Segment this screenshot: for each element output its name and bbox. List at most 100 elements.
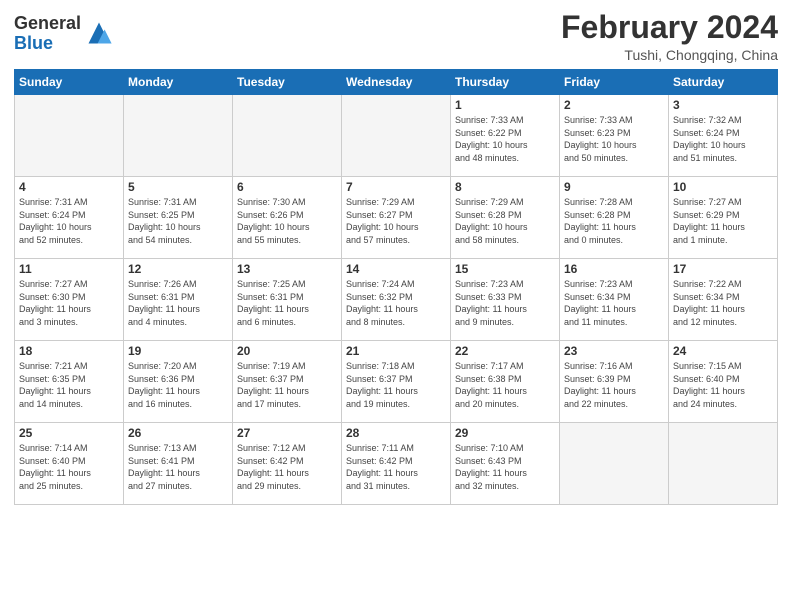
- day-info: Sunrise: 7:18 AMSunset: 6:37 PMDaylight:…: [346, 360, 446, 410]
- day-info: Sunrise: 7:16 AMSunset: 6:39 PMDaylight:…: [564, 360, 664, 410]
- day-info: Sunrise: 7:31 AMSunset: 6:25 PMDaylight:…: [128, 196, 228, 246]
- day-info: Sunrise: 7:14 AMSunset: 6:40 PMDaylight:…: [19, 442, 119, 492]
- day-info: Sunrise: 7:12 AMSunset: 6:42 PMDaylight:…: [237, 442, 337, 492]
- calendar-cell: 17Sunrise: 7:22 AMSunset: 6:34 PMDayligh…: [669, 259, 778, 341]
- calendar-cell: 29 Sunrise: 7:10 AMSunset: 6:43 PMDayligh…: [451, 423, 560, 505]
- day-info: Sunrise: 7:24 AMSunset: 6:32 PMDaylight:…: [346, 278, 446, 328]
- day-number: 16: [564, 262, 664, 276]
- day-info: Sunrise: 7:19 AMSunset: 6:37 PMDaylight:…: [237, 360, 337, 410]
- calendar-cell: [124, 95, 233, 177]
- day-number: 13: [237, 262, 337, 276]
- calendar-cell: [15, 95, 124, 177]
- day-number: 23: [564, 344, 664, 358]
- calendar-cell: 8 Sunrise: 7:29 AMSunset: 6:28 PMDaylight…: [451, 177, 560, 259]
- day-number: 24: [673, 344, 773, 358]
- calendar-cell: 9 Sunrise: 7:28 AMSunset: 6:28 PMDaylight…: [560, 177, 669, 259]
- day-info: Sunrise: 7:27 AMSunset: 6:29 PMDaylight:…: [673, 196, 773, 246]
- day-number: 15: [455, 262, 555, 276]
- calendar: Sunday Monday Tuesday Wednesday Thursday…: [14, 69, 778, 505]
- day-number: 8: [455, 180, 555, 194]
- calendar-cell: 14 Sunrise: 7:24 AMSunset: 6:32 PMDayligh…: [342, 259, 451, 341]
- logo-blue: Blue: [14, 34, 81, 54]
- day-info: Sunrise: 7:17 AMSunset: 6:38 PMDaylight:…: [455, 360, 555, 410]
- calendar-cell: 15 Sunrise: 7:23 AMSunset: 6:33 PMDayligh…: [451, 259, 560, 341]
- day-info: Sunrise: 7:29 AMSunset: 6:27 PMDaylight:…: [346, 196, 446, 246]
- calendar-week-row: 18 Sunrise: 7:21 AMSunset: 6:35 PMDayligh…: [15, 341, 778, 423]
- logo: General Blue: [14, 14, 113, 54]
- col-tuesday: Tuesday: [233, 70, 342, 95]
- day-info: Sunrise: 7:23 AMSunset: 6:34 PMDaylight:…: [564, 278, 664, 328]
- calendar-cell: 21 Sunrise: 7:18 AMSunset: 6:37 PMDayligh…: [342, 341, 451, 423]
- calendar-cell: 19Sunrise: 7:20 AMSunset: 6:36 PMDayligh…: [124, 341, 233, 423]
- day-number: 4: [19, 180, 119, 194]
- calendar-week-row: 25Sunrise: 7:14 AMSunset: 6:40 PMDayligh…: [15, 423, 778, 505]
- col-sunday: Sunday: [15, 70, 124, 95]
- calendar-cell: 6 Sunrise: 7:30 AMSunset: 6:26 PMDaylight…: [233, 177, 342, 259]
- calendar-cell: [342, 95, 451, 177]
- calendar-cell: 2 Sunrise: 7:33 AMSunset: 6:23 PMDaylight…: [560, 95, 669, 177]
- calendar-cell: [669, 423, 778, 505]
- day-number: 21: [346, 344, 446, 358]
- calendar-cell: 23 Sunrise: 7:16 AMSunset: 6:39 PMDayligh…: [560, 341, 669, 423]
- logo-icon: [85, 19, 113, 47]
- calendar-cell: 22 Sunrise: 7:17 AMSunset: 6:38 PMDayligh…: [451, 341, 560, 423]
- day-info: Sunrise: 7:11 AMSunset: 6:42 PMDaylight:…: [346, 442, 446, 492]
- day-number: 28: [346, 426, 446, 440]
- calendar-cell: 10 Sunrise: 7:27 AMSunset: 6:29 PMDayligh…: [669, 177, 778, 259]
- calendar-cell: 25Sunrise: 7:14 AMSunset: 6:40 PMDayligh…: [15, 423, 124, 505]
- day-info: Sunrise: 7:15 AMSunset: 6:40 PMDaylight:…: [673, 360, 773, 410]
- calendar-cell: 27 Sunrise: 7:12 AMSunset: 6:42 PMDayligh…: [233, 423, 342, 505]
- col-thursday: Thursday: [451, 70, 560, 95]
- day-info: Sunrise: 7:23 AMSunset: 6:33 PMDaylight:…: [455, 278, 555, 328]
- calendar-week-row: 11Sunrise: 7:27 AMSunset: 6:30 PMDayligh…: [15, 259, 778, 341]
- day-info: Sunrise: 7:10 AMSunset: 6:43 PMDaylight:…: [455, 442, 555, 492]
- day-number: 10: [673, 180, 773, 194]
- day-info: Sunrise: 7:28 AMSunset: 6:28 PMDaylight:…: [564, 196, 664, 246]
- day-info: Sunrise: 7:20 AMSunset: 6:36 PMDaylight:…: [128, 360, 228, 410]
- day-number: 22: [455, 344, 555, 358]
- header: General Blue February 2024 Tushi, Chongq…: [14, 10, 778, 63]
- calendar-week-row: 4Sunrise: 7:31 AMSunset: 6:24 PMDaylight…: [15, 177, 778, 259]
- calendar-cell: 3 Sunrise: 7:32 AMSunset: 6:24 PMDaylight…: [669, 95, 778, 177]
- day-info: Sunrise: 7:13 AMSunset: 6:41 PMDaylight:…: [128, 442, 228, 492]
- day-number: 18: [19, 344, 119, 358]
- day-number: 5: [128, 180, 228, 194]
- day-info: Sunrise: 7:32 AMSunset: 6:24 PMDaylight:…: [673, 114, 773, 164]
- title-block: February 2024 Tushi, Chongqing, China: [561, 10, 778, 63]
- calendar-cell: 5 Sunrise: 7:31 AMSunset: 6:25 PMDaylight…: [124, 177, 233, 259]
- day-info: Sunrise: 7:30 AMSunset: 6:26 PMDaylight:…: [237, 196, 337, 246]
- calendar-cell: 18 Sunrise: 7:21 AMSunset: 6:35 PMDayligh…: [15, 341, 124, 423]
- col-friday: Friday: [560, 70, 669, 95]
- day-info: Sunrise: 7:26 AMSunset: 6:31 PMDaylight:…: [128, 278, 228, 328]
- calendar-cell: 13Sunrise: 7:25 AMSunset: 6:31 PMDayligh…: [233, 259, 342, 341]
- day-number: 11: [19, 262, 119, 276]
- day-number: 9: [564, 180, 664, 194]
- day-number: 14: [346, 262, 446, 276]
- day-number: 3: [673, 98, 773, 112]
- calendar-cell: 12 Sunrise: 7:26 AMSunset: 6:31 PMDayligh…: [124, 259, 233, 341]
- calendar-cell: 7 Sunrise: 7:29 AMSunset: 6:27 PMDaylight…: [342, 177, 451, 259]
- day-number: 17: [673, 262, 773, 276]
- month-year: February 2024: [561, 10, 778, 45]
- calendar-cell: 1Sunrise: 7:33 AMSunset: 6:22 PMDaylight…: [451, 95, 560, 177]
- day-number: 7: [346, 180, 446, 194]
- day-number: 29: [455, 426, 555, 440]
- day-number: 2: [564, 98, 664, 112]
- day-info: Sunrise: 7:33 AMSunset: 6:23 PMDaylight:…: [564, 114, 664, 164]
- calendar-cell: 20 Sunrise: 7:19 AMSunset: 6:37 PMDayligh…: [233, 341, 342, 423]
- day-info: Sunrise: 7:33 AMSunset: 6:22 PMDaylight:…: [455, 114, 555, 164]
- day-info: Sunrise: 7:21 AMSunset: 6:35 PMDaylight:…: [19, 360, 119, 410]
- day-number: 27: [237, 426, 337, 440]
- day-number: 26: [128, 426, 228, 440]
- day-info: Sunrise: 7:29 AMSunset: 6:28 PMDaylight:…: [455, 196, 555, 246]
- calendar-header-row: Sunday Monday Tuesday Wednesday Thursday…: [15, 70, 778, 95]
- location: Tushi, Chongqing, China: [561, 47, 778, 63]
- calendar-week-row: 1Sunrise: 7:33 AMSunset: 6:22 PMDaylight…: [15, 95, 778, 177]
- day-number: 6: [237, 180, 337, 194]
- day-number: 12: [128, 262, 228, 276]
- calendar-cell: [233, 95, 342, 177]
- calendar-cell: 26 Sunrise: 7:13 AMSunset: 6:41 PMDayligh…: [124, 423, 233, 505]
- calendar-cell: 28 Sunrise: 7:11 AMSunset: 6:42 PMDayligh…: [342, 423, 451, 505]
- day-number: 20: [237, 344, 337, 358]
- col-saturday: Saturday: [669, 70, 778, 95]
